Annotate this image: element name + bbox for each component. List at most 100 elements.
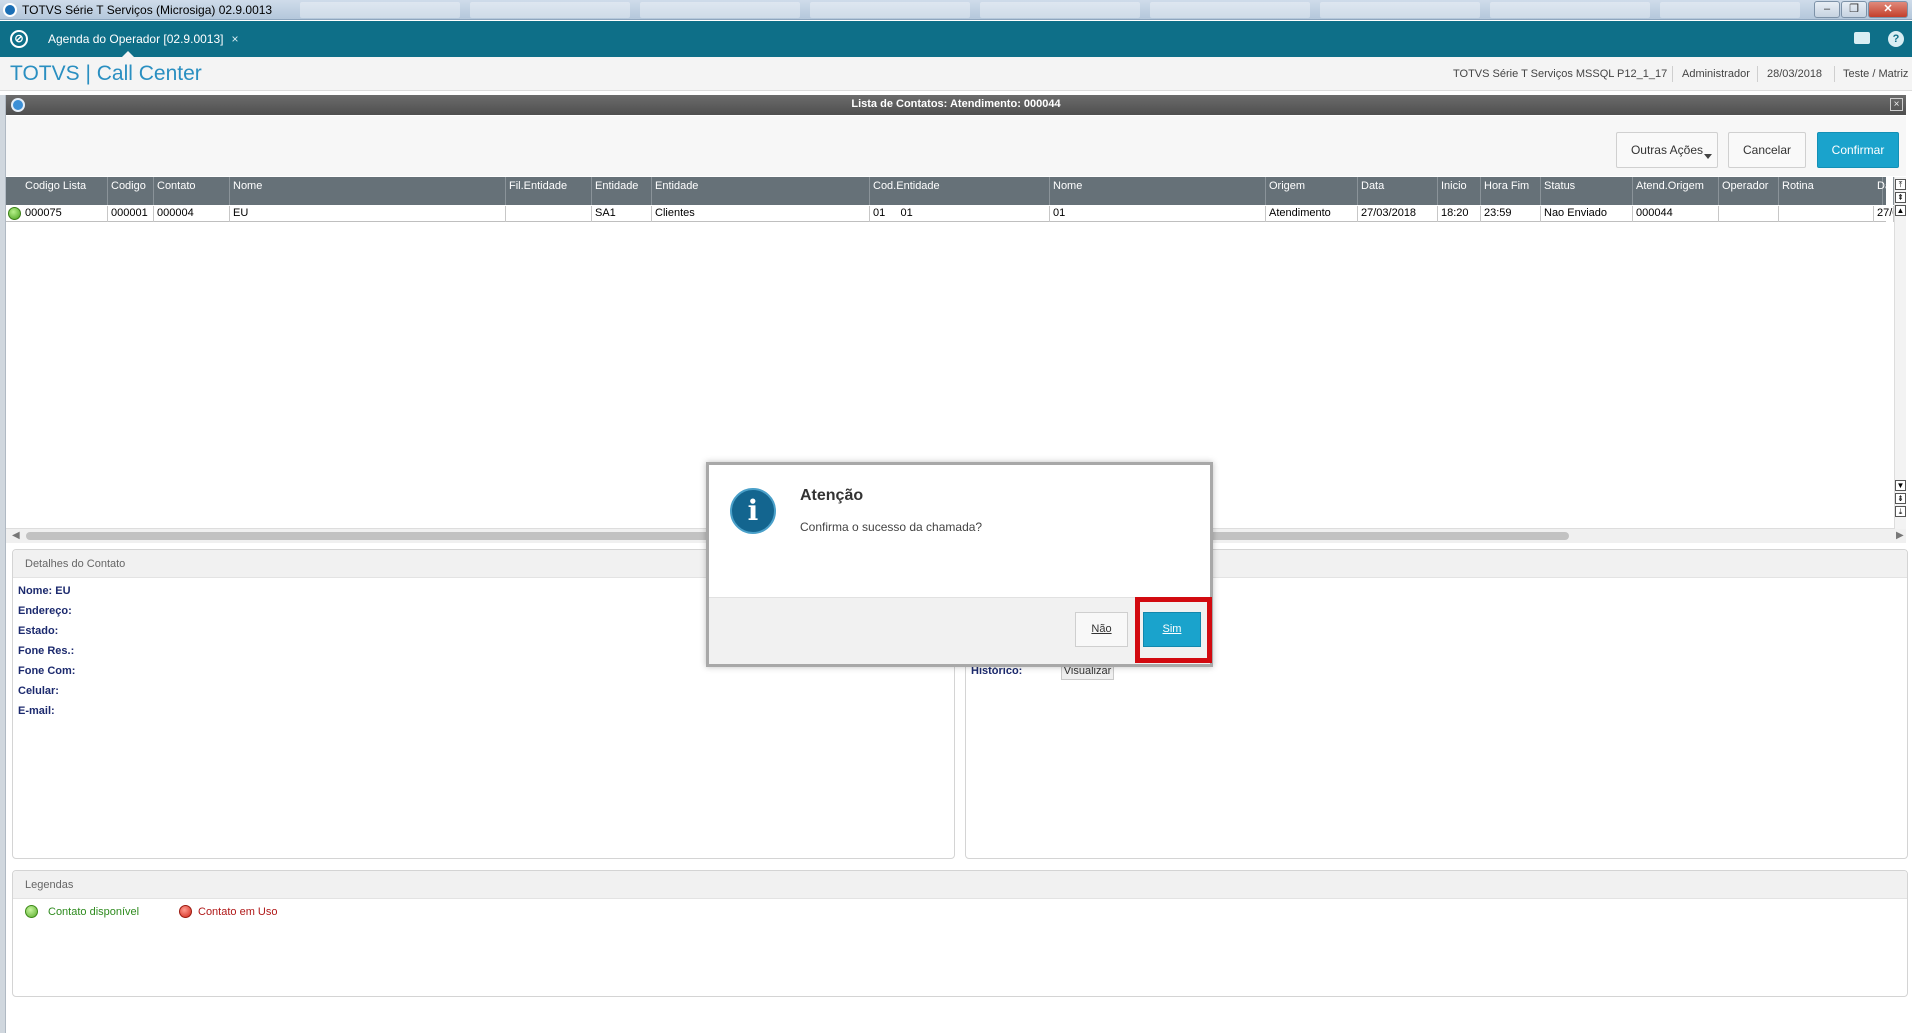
minimize-button[interactable]: – <box>1814 1 1840 18</box>
sim-button-highlight <box>1135 597 1212 663</box>
background-taskbar-item <box>810 2 970 18</box>
window-title: TOTVS Série T Serviços (Microsiga) 02.9.… <box>22 3 273 17</box>
background-taskbar-item <box>640 2 800 18</box>
background-taskbar-item <box>980 2 1140 18</box>
branch-label: Teste / Matriz <box>1843 68 1909 80</box>
scroll-top-icon[interactable]: ⤒ <box>1895 179 1906 190</box>
table-cell: Atendimento <box>1266 206 1358 222</box>
table-cell: 000075 <box>22 206 108 222</box>
scroll-up-icon[interactable]: ▲ <box>1895 205 1906 216</box>
column-header[interactable]: Fil.Entidade <box>506 177 592 205</box>
nao-button[interactable]: Não <box>1075 612 1128 647</box>
background-taskbar-item <box>1660 2 1800 18</box>
mail-icon[interactable] <box>1854 32 1870 44</box>
table-cell: SA1 <box>592 206 652 222</box>
table-cell: Nao Enviado <box>1541 206 1633 222</box>
background-taskbar-item <box>300 2 460 18</box>
field-endereco: Endereço: <box>18 605 72 617</box>
background-taskbar-item <box>1320 2 1480 18</box>
grid-header: Codigo Lista Codigo Contato Nome Fil.Ent… <box>6 177 1894 205</box>
column-header[interactable]: Rotina <box>1779 177 1883 205</box>
column-header[interactable]: Atend.Origem <box>1633 177 1719 205</box>
green-status-icon <box>25 905 38 918</box>
background-taskbar-item <box>470 2 630 18</box>
scroll-page-down-icon[interactable]: ⇟ <box>1895 493 1906 504</box>
nao-label: Não <box>1091 623 1112 635</box>
header-separator <box>1834 66 1835 82</box>
table-cell: EU <box>230 206 506 222</box>
column-header[interactable]: Cod.Entidade <box>870 177 1050 205</box>
app-logo-icon <box>3 3 17 17</box>
panel-header: Legendas <box>13 871 1907 899</box>
action-toolbar: Outras Ações Cancelar Confirmar <box>6 116 1906 176</box>
window-title-bar: TOTVS Série T Serviços (Microsiga) 02.9.… <box>0 0 1912 20</box>
dialog-heading: Atenção <box>800 487 864 504</box>
dialog-close-icon[interactable]: × <box>1890 98 1903 111</box>
legend-panel: Legendas <box>12 870 1908 997</box>
cancel-button[interactable]: Cancelar <box>1728 132 1806 168</box>
dialog-message: Confirma o sucesso da chamada? <box>800 520 983 534</box>
table-cell <box>506 206 592 222</box>
column-header[interactable]: Nome <box>230 177 506 205</box>
column-header[interactable]: Hora Fim <box>1481 177 1541 205</box>
field-email: E-mail: <box>18 705 55 717</box>
table-row[interactable]: 000075 000001 000004 EU SA1 Clientes 01 … <box>6 206 1894 222</box>
header-separator <box>1672 66 1673 82</box>
column-header[interactable]: Data <box>1358 177 1438 205</box>
background-taskbar-item <box>1490 2 1650 18</box>
scroll-down-icon[interactable]: ▼ <box>1895 480 1906 491</box>
legend-available-label: Contato disponível <box>48 906 140 918</box>
column-header[interactable]: Entidade <box>652 177 870 205</box>
brand-header: TOTVS | Call Center TOTVS Série T Serviç… <box>0 57 1912 91</box>
red-status-icon <box>179 905 192 918</box>
scroll-page-up-icon[interactable]: ⇞ <box>1895 192 1906 203</box>
column-header[interactable]: Nome <box>1050 177 1266 205</box>
outras-acoes-label: Outras Ações <box>1630 143 1704 157</box>
scroll-left-icon[interactable]: ◀ <box>12 530 20 541</box>
table-cell: 000004 <box>154 206 230 222</box>
help-icon[interactable]: ? <box>1888 31 1904 47</box>
window-close-button[interactable]: ✕ <box>1868 1 1908 18</box>
field-nome: Nome: EU <box>18 585 71 597</box>
legend-in-use-label: Contato em Uso <box>198 906 278 918</box>
dialog-title: Lista de Contatos: Atendimento: 000044 <box>851 98 1061 110</box>
column-header[interactable]: Data <box>1874 177 1894 205</box>
user-label: Administrador <box>1682 68 1750 80</box>
table-cell <box>1719 206 1779 222</box>
column-header[interactable]: Origem <box>1266 177 1358 205</box>
tab-agenda-do-operador[interactable]: Agenda do Operador [02.9.0013] × <box>40 21 247 57</box>
field-fone-com: Fone Com: <box>18 665 76 677</box>
table-cell: 01 <box>1050 206 1266 222</box>
column-header[interactable]: Entidade <box>592 177 652 205</box>
table-cell: 01 01 <box>870 206 1050 222</box>
table-cell: Clientes <box>652 206 870 222</box>
background-taskbar-item <box>1150 2 1310 18</box>
column-header[interactable]: Status <box>1541 177 1633 205</box>
column-header[interactable]: Codigo Lista <box>22 177 108 205</box>
module-tab-bar: ⊘ Agenda do Operador [02.9.0013] × ? <box>0 21 1912 57</box>
table-cell <box>1779 206 1874 222</box>
confirm-button[interactable]: Confirmar <box>1817 132 1899 168</box>
scroll-bottom-icon[interactable]: ⤓ <box>1895 506 1906 517</box>
tab-close-icon[interactable]: × <box>231 32 238 46</box>
date-label: 28/03/2018 <box>1767 68 1823 80</box>
column-header[interactable]: Inicio <box>1438 177 1481 205</box>
chevron-down-icon <box>1704 154 1712 159</box>
table-cell: 27/0 <box>1874 206 1894 222</box>
restore-button[interactable]: ❐ <box>1841 1 1867 18</box>
home-icon[interactable]: ⊘ <box>10 30 28 48</box>
column-header[interactable]: Operador <box>1719 177 1779 205</box>
table-cell: 23:59 <box>1481 206 1541 222</box>
tab-label: Agenda do Operador [02.9.0013] <box>48 32 224 46</box>
header-separator <box>1757 66 1758 82</box>
dialog-title-bar: Lista de Contatos: Atendimento: 000044 × <box>6 95 1906 115</box>
vertical-scrollbar[interactable]: ⤒ ⇞ ▲ ▼ ⇟ ⤓ <box>1894 177 1906 529</box>
column-header[interactable]: Codigo <box>108 177 154 205</box>
legend-title: Legendas <box>25 879 74 891</box>
environment-label: TOTVS Série T Serviços MSSQL P12_1_17 <box>1453 68 1668 80</box>
info-icon: i <box>730 488 776 534</box>
scroll-right-icon[interactable]: ▶ <box>1896 530 1904 541</box>
outras-acoes-button[interactable]: Outras Ações <box>1616 132 1718 168</box>
table-cell: 000001 <box>108 206 154 222</box>
column-header[interactable]: Contato <box>154 177 230 205</box>
